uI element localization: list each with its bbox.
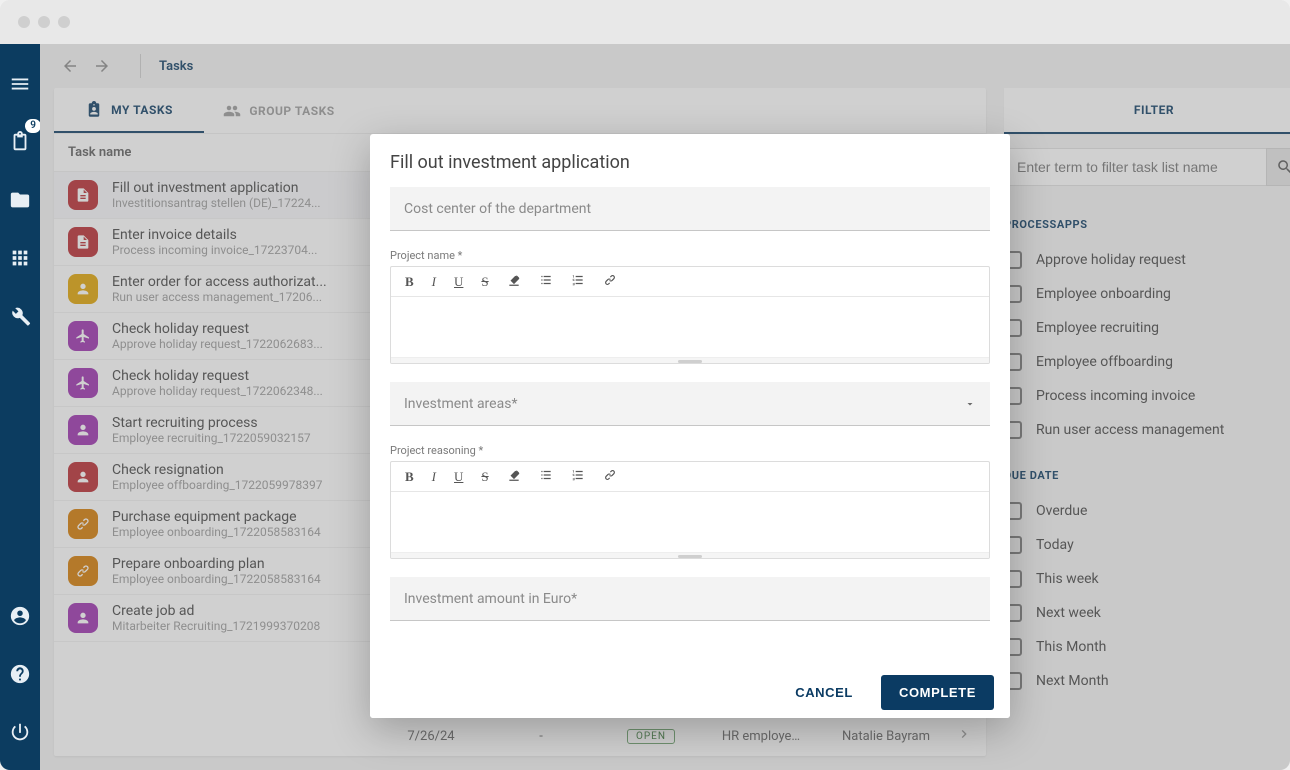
modal-actions: CANCEL COMPLETE — [370, 666, 1010, 718]
clipboard-icon — [9, 131, 31, 153]
link-button[interactable] — [603, 273, 617, 291]
window-dot — [38, 16, 50, 28]
sidebar-power[interactable] — [0, 712, 40, 752]
bold-button[interactable]: B — [405, 274, 414, 290]
bullet-list-button[interactable] — [539, 468, 553, 486]
underline-button[interactable]: U — [454, 469, 463, 485]
rte-text-area[interactable] — [391, 297, 989, 357]
menu-button[interactable] — [0, 64, 40, 104]
eraser-button[interactable] — [507, 273, 521, 291]
window-dot — [58, 16, 70, 28]
investment-amount-field[interactable]: Investment amount in Euro* — [390, 577, 990, 621]
sidebar-help[interactable] — [0, 654, 40, 694]
sidebar-folder[interactable] — [0, 180, 40, 220]
browser-title-bar — [0, 0, 1290, 44]
link-button[interactable] — [603, 468, 617, 486]
bold-button[interactable]: B — [405, 469, 414, 485]
eraser-button[interactable] — [507, 468, 521, 486]
investment-areas-select[interactable]: Investment areas* — [390, 382, 990, 426]
strike-button[interactable]: S — [481, 469, 488, 485]
app-sidebar: 9 — [0, 44, 40, 770]
window-dot — [18, 16, 30, 28]
cancel-button[interactable]: CANCEL — [785, 677, 863, 708]
rte-resize-grip[interactable] — [391, 552, 989, 558]
strike-button[interactable]: S — [481, 274, 488, 290]
project-reasoning-label: Project reasoning * — [390, 444, 990, 457]
account-icon — [9, 605, 31, 627]
main-area: Tasks MY TASKS GROUP TASKS — [40, 44, 1290, 770]
project-name-label: Project name * — [390, 249, 990, 262]
rte-toolbar: B I U S — [391, 462, 989, 492]
sidebar-tasks[interactable]: 9 — [0, 122, 40, 162]
modal-title: Fill out investment application — [370, 134, 1010, 187]
sidebar-settings[interactable] — [0, 296, 40, 336]
cost-center-field[interactable]: Cost center of the department — [390, 187, 990, 231]
app: 9 — [0, 44, 1290, 770]
wrench-icon — [9, 305, 31, 327]
task-modal: Fill out investment application Cost cen… — [370, 134, 1010, 718]
folder-icon — [9, 189, 31, 211]
sidebar-account[interactable] — [0, 596, 40, 636]
caret-down-icon — [964, 398, 976, 410]
italic-button[interactable]: I — [432, 469, 436, 485]
rte-resize-grip[interactable] — [391, 357, 989, 363]
rte-toolbar: B I U S — [391, 267, 989, 297]
complete-button[interactable]: COMPLETE — [881, 675, 994, 710]
sidebar-apps[interactable] — [0, 238, 40, 278]
modal-body: Cost center of the department Project na… — [370, 187, 1010, 666]
bullet-list-button[interactable] — [539, 273, 553, 291]
project-reasoning-editor[interactable]: B I U S — [390, 461, 990, 559]
project-name-editor[interactable]: B I U S — [390, 266, 990, 364]
browser-frame: 9 — [0, 0, 1290, 770]
numbered-list-button[interactable] — [571, 468, 585, 486]
grid-icon — [9, 247, 31, 269]
hamburger-icon — [9, 73, 31, 95]
help-icon — [9, 663, 31, 685]
italic-button[interactable]: I — [432, 274, 436, 290]
power-icon — [9, 721, 31, 743]
numbered-list-button[interactable] — [571, 273, 585, 291]
underline-button[interactable]: U — [454, 274, 463, 290]
rte-text-area[interactable] — [391, 492, 989, 552]
